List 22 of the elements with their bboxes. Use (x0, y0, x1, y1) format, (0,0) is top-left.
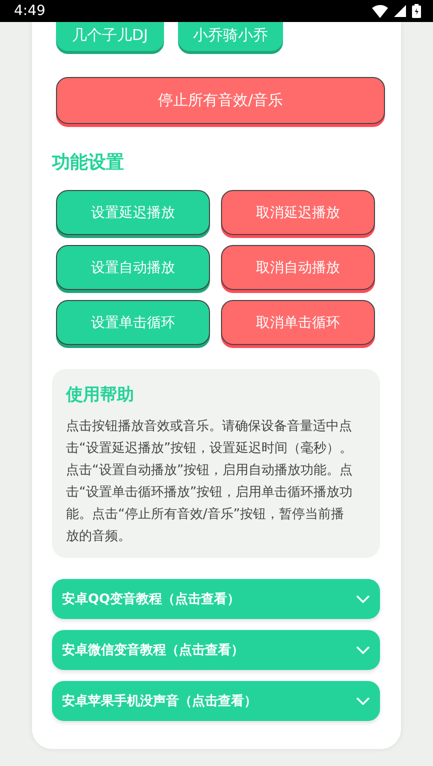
sound-button[interactable]: 小乔骑小乔 (178, 22, 283, 51)
tutorial-accordion[interactable]: 安卓QQ变音教程（点击查看） (52, 579, 380, 619)
chevron-icon (356, 697, 370, 705)
section-title: 功能设置 (52, 151, 125, 174)
status-time: 4:49 (14, 3, 46, 19)
help-text: 点击按钮播放音效或音乐。请确保设备音量适中点击“设置延迟播放”按钮，设置延迟时间（毫秒）。点击“设置自动播放”按钮，启用自动播放功能。点击“设置单击循环播放”按钮，启用单击循环播放功能。点击“停止所有音效/音乐”按钮，暂停当前播放的音频。 (66, 418, 354, 546)
wifi-icon (372, 4, 388, 18)
cancel-button[interactable]: 取消自动播放 (221, 245, 375, 290)
cancel-button[interactable]: 取消单击循环 (221, 300, 375, 345)
tutorial-accordion[interactable]: 安卓微信变音教程（点击查看） (52, 630, 380, 670)
cancel-button[interactable]: 取消延迟播放 (221, 190, 375, 235)
chevron-icon (356, 646, 370, 654)
set-button[interactable]: 设置单击循环 (56, 300, 210, 345)
sound-button[interactable]: 几个子儿DJ (56, 22, 164, 51)
set-button[interactable]: 设置自动播放 (56, 245, 210, 290)
signal-icon (394, 5, 406, 17)
help-title: 使用帮助 (66, 384, 135, 406)
tutorial-accordion[interactable]: 安卓苹果手机没声音（点击查看） (52, 681, 380, 721)
stop-button[interactable]: 停止所有音效/音乐 (56, 77, 385, 124)
set-button[interactable]: 设置延迟播放 (56, 190, 210, 235)
battery-icon (412, 4, 421, 18)
chevron-icon (356, 595, 370, 603)
